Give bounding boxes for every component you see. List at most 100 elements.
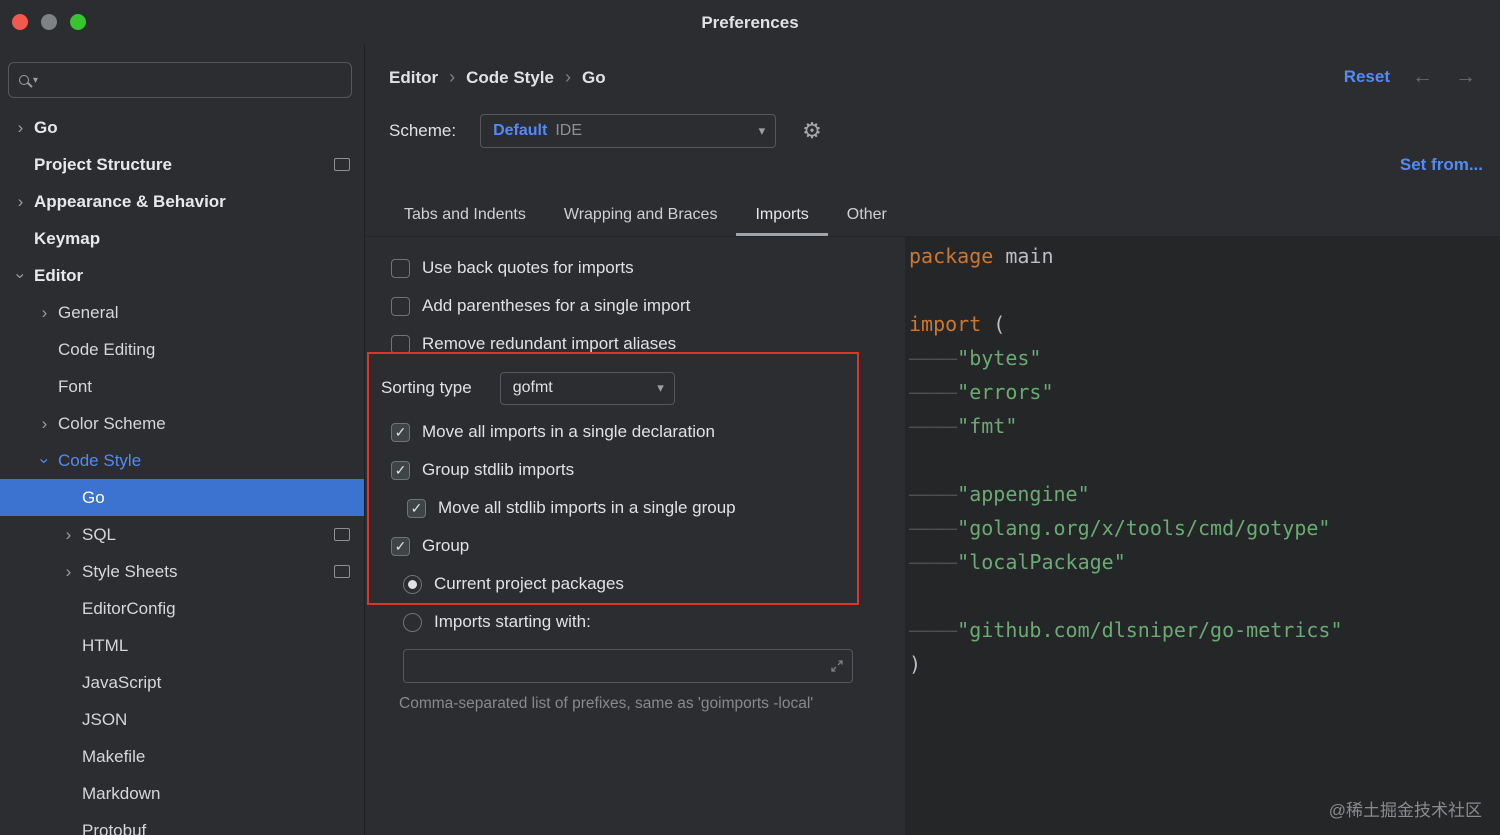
sidebar-item-go[interactable]: › Go <box>0 109 364 146</box>
sidebar-item-code-editing[interactable]: Code Editing <box>0 331 364 368</box>
chevron-right-icon[interactable]: › <box>12 118 29 138</box>
chevron-right-icon[interactable]: › <box>60 525 77 545</box>
radio-row-imports-starting-with[interactable]: Imports starting with: <box>381 603 905 641</box>
checkbox-row-move-all-stdlib-imports-in-a-single-group[interactable]: ✓ Move all stdlib imports in a single gro… <box>381 489 905 527</box>
checkbox-label: Add parentheses for a single import <box>422 296 691 315</box>
sidebar-item-label: Style Sheets <box>82 561 178 581</box>
tab-tabs-and-indents[interactable]: Tabs and Indents <box>385 194 545 236</box>
radio-group: Current project packages Imports starting… <box>381 565 905 641</box>
code-preview: package main import (————"bytes" ————"err… <box>909 239 1500 681</box>
prefix-hint: Comma-separated list of prefixes, same a… <box>399 695 814 712</box>
imports-settings: Use back quotes for imports Add parenthes… <box>365 237 905 835</box>
breadcrumb-go: Go <box>581 67 606 87</box>
checkbox-row-group-stdlib-imports[interactable]: ✓ Group stdlib imports <box>381 451 905 489</box>
tab-wrapping-and-braces[interactable]: Wrapping and Braces <box>545 194 737 236</box>
code-line: ————"appengine" <box>909 482 1090 506</box>
sidebar-item-keymap[interactable]: Keymap <box>0 220 364 257</box>
header-actions: Reset ← → <box>1344 65 1476 89</box>
titlebar: Preferences <box>0 0 1500 45</box>
sidebar-item-code-style[interactable]: › Code Style <box>0 442 364 479</box>
checkbox-label: Move all imports in a single declaration <box>422 422 715 441</box>
checkbox-row-group[interactable]: ✓ Group <box>381 527 905 565</box>
chevron-right-icon[interactable]: › <box>36 414 53 434</box>
screen-icon <box>334 158 350 171</box>
watermark: @稀土掘金技术社区 <box>1328 801 1482 820</box>
search-input[interactable] <box>46 71 341 89</box>
prefix-input[interactable] <box>412 657 830 675</box>
code-line: ————"bytes" <box>909 346 1042 370</box>
scheme-value: Default <box>493 122 548 139</box>
checkbox-row-move-all-imports-in-a-single-declaration[interactable]: ✓ Move all imports in a single declaratio… <box>381 413 905 451</box>
selected-radio[interactable] <box>403 574 422 594</box>
tab-imports[interactable]: Imports <box>736 194 828 236</box>
minimize-button[interactable] <box>41 14 57 30</box>
sidebar-item-color-scheme[interactable]: › Color Scheme <box>0 405 364 442</box>
sorting-type-value: gofmt <box>512 379 553 396</box>
sidebar-item-label: Markdown <box>82 783 161 803</box>
sidebar-item-general[interactable]: › General <box>0 294 364 331</box>
breadcrumb-code-style[interactable]: Code Style <box>466 68 554 88</box>
breadcrumb-editor[interactable]: Editor <box>389 68 438 88</box>
gear-icon[interactable]: ⚙ <box>802 120 822 142</box>
scheme-dropdown[interactable]: Default IDE ▾ <box>480 114 777 148</box>
sidebar-item-html[interactable]: HTML <box>0 627 364 664</box>
radio-label: Current project packages <box>434 574 624 593</box>
checked-checkbox[interactable]: ✓ <box>407 498 426 518</box>
set-from-link[interactable]: Set from... <box>1400 155 1483 175</box>
sidebar-item-style-sheets[interactable]: › Style Sheets <box>0 553 364 590</box>
sidebar-item-makefile[interactable]: Makefile <box>0 738 364 775</box>
radio-label: Imports starting with: <box>434 612 591 631</box>
checked-checkbox[interactable]: ✓ <box>391 460 410 480</box>
checkbox-label: Group stdlib imports <box>422 460 575 479</box>
checkbox-row-use-back-quotes-for-imports[interactable]: Use back quotes for imports <box>381 249 905 287</box>
sidebar-item-json[interactable]: JSON <box>0 701 364 738</box>
main-panel: Editor › Code Style › Go Reset ← → Schem… <box>365 45 1500 835</box>
forward-arrow-icon[interactable]: → <box>1455 65 1476 89</box>
sidebar-item-appearance-behavior[interactable]: › Appearance & Behavior <box>0 183 364 220</box>
chevron-right-icon[interactable]: › <box>12 192 29 212</box>
reset-link[interactable]: Reset <box>1344 67 1390 87</box>
close-button[interactable] <box>12 14 28 30</box>
search-caret-icon[interactable]: ▾ <box>33 75 38 86</box>
expand-icon[interactable] <box>830 659 844 673</box>
search-box[interactable]: ▾ <box>8 62 352 98</box>
sidebar-item-sql[interactable]: › SQL <box>0 516 364 553</box>
radio-row-current-project-packages[interactable]: Current project packages <box>381 565 905 603</box>
traffic-lights <box>12 14 86 30</box>
checked-checkbox[interactable]: ✓ <box>391 536 410 556</box>
sorting-type-dropdown[interactable]: gofmt ▾ <box>499 371 675 405</box>
sidebar-item-label: Appearance & Behavior <box>34 191 226 211</box>
sidebar-item-font[interactable]: Font <box>0 368 364 405</box>
sidebar-item-editorconfig[interactable]: EditorConfig <box>0 590 364 627</box>
unchecked-checkbox[interactable] <box>391 334 410 354</box>
chevron-right-icon: › <box>564 67 571 87</box>
back-arrow-icon[interactable]: ← <box>1412 65 1433 89</box>
unselected-radio[interactable] <box>403 612 422 632</box>
sidebar-item-markdown[interactable]: Markdown <box>0 775 364 812</box>
sidebar-item-editor[interactable]: › Editor <box>0 257 364 294</box>
code-line: ————"fmt" <box>909 414 1018 438</box>
unchecked-checkbox[interactable] <box>391 296 410 316</box>
sidebar-item-label: Editor <box>34 265 84 285</box>
code-line: ) <box>909 652 922 676</box>
checkbox-row-remove-redundant-import-aliases[interactable]: Remove redundant import aliases <box>381 325 905 363</box>
chevron-right-icon[interactable]: › <box>36 303 53 323</box>
sidebar-item-label: EditorConfig <box>82 598 176 618</box>
checkbox-label: Group <box>422 536 470 555</box>
checkbox-row-add-parentheses-for-a-single-import[interactable]: Add parentheses for a single import <box>381 287 905 325</box>
code-line: package main <box>909 244 1054 268</box>
sidebar-item-project-structure[interactable]: Project Structure <box>0 146 364 183</box>
tab-other[interactable]: Other <box>828 194 906 236</box>
chevron-right-icon[interactable]: › <box>60 562 77 582</box>
sidebar-item-label: Go <box>82 487 105 507</box>
chevron-down-icon[interactable]: › <box>11 267 31 284</box>
sidebar-item-javascript[interactable]: JavaScript <box>0 664 364 701</box>
checked-checkbox[interactable]: ✓ <box>391 422 410 442</box>
window-title: Preferences <box>701 12 799 32</box>
unchecked-checkbox[interactable] <box>391 258 410 278</box>
sidebar-item-protobuf[interactable]: Protobuf <box>0 812 364 835</box>
chevron-down-icon[interactable]: › <box>35 452 55 469</box>
zoom-button[interactable] <box>70 14 86 30</box>
sidebar-item-go[interactable]: Go <box>0 479 364 516</box>
